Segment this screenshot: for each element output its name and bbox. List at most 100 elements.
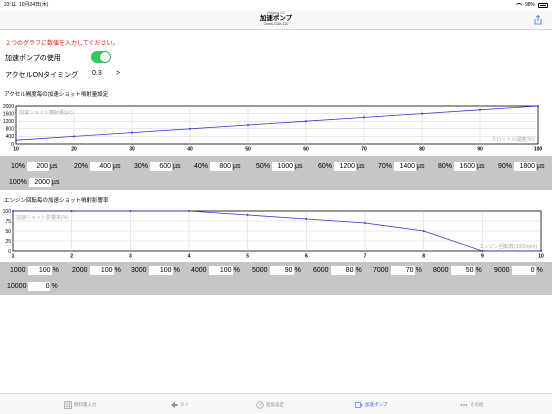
rpm-chart-data-point[interactable]: [422, 230, 425, 232]
throttle-chart-ytick: 2000: [3, 104, 14, 110]
chevron-right-icon[interactable]: >: [116, 70, 120, 77]
rpm-chart-xtick: 7: [364, 254, 367, 260]
throttle-chart-ytick: 400: [6, 134, 15, 140]
rpm-chart-ytick: 100: [3, 209, 12, 215]
tab-more[interactable]: その他: [460, 399, 484, 411]
tab-gauge[interactable]: 進角設定: [256, 399, 284, 411]
tab-grid[interactable]: 燃料量入力: [64, 399, 97, 411]
status-time: 23:11 10月24日(木): [4, 0, 48, 10]
accel-timing-value[interactable]: 0.3: [92, 70, 102, 77]
throttle-label: 70%: [378, 162, 393, 170]
throttle-unit: µs: [477, 162, 485, 170]
battery-percent: 98%: [524, 2, 535, 8]
throttle-label: 60%: [318, 162, 333, 170]
rpm-cell: 1000 100%: [10, 265, 59, 275]
throttle-cell: 30% 600 µs: [134, 161, 181, 171]
throttle-input[interactable]: 200: [27, 161, 50, 171]
throttle-chart-data-point[interactable]: [305, 120, 307, 123]
rpm-chart-xtick: 9: [481, 254, 484, 260]
throttle-input[interactable]: 400: [90, 161, 113, 171]
rpm-label: 2000: [72, 266, 88, 274]
throttle-chart-data-point[interactable]: [537, 105, 539, 107]
rpm-label: 6000: [313, 266, 329, 274]
rpm-chart-data-point[interactable]: [540, 250, 542, 252]
throttle-chart-data-point[interactable]: [15, 139, 17, 142]
throttle-input[interactable]: 1400: [394, 161, 417, 171]
rpm-chart-data-point[interactable]: [12, 210, 14, 212]
throttle-input[interactable]: 800: [210, 161, 233, 171]
tab-arrow[interactable]: タイ: [170, 399, 189, 411]
rpm-chart-data-point[interactable]: [481, 250, 484, 252]
throttle-label: 80%: [438, 162, 453, 170]
throttle-input[interactable]: 600: [150, 161, 173, 171]
throttle-cell: 80% 1600 µs: [438, 161, 485, 171]
rpm-input[interactable]: 100: [89, 265, 114, 275]
tab-label: 加速ポンプ: [365, 402, 388, 407]
throttle-cell: 20% 400 µs: [74, 161, 121, 171]
tab-pump[interactable]: 加速ポンプ: [355, 399, 387, 411]
rpm-chart-ytick: 75: [5, 219, 11, 225]
rpm-chart-xtick: 5: [246, 254, 249, 260]
rpm-chart-xtick: 6: [305, 254, 308, 260]
throttle-chart-data-point[interactable]: [73, 135, 75, 138]
rpm-cell: 6000 80%: [313, 265, 362, 275]
throttle-chart-data-point[interactable]: [247, 124, 249, 126]
status-bar: 23:11 10月24日(木) 98%: [0, 0, 552, 10]
share-icon[interactable]: [534, 15, 542, 25]
rpm-chart-xtick: 4: [188, 254, 191, 260]
rpm-input[interactable]: 100: [208, 265, 233, 275]
rpm-chart-ytick: 25: [5, 239, 11, 245]
rpm-unit: %: [294, 266, 301, 274]
throttle-input[interactable]: 1600: [454, 161, 477, 171]
throttle-chart-data-point[interactable]: [421, 112, 423, 115]
throttle-label: 10%: [11, 162, 26, 170]
rpm-input[interactable]: 50: [450, 265, 475, 275]
throttle-cell: 40% 800 µs: [194, 161, 241, 171]
rpm-unit: %: [536, 266, 543, 274]
throttle-chart-ytick: 1600: [3, 111, 14, 117]
rpm-chart-data-point[interactable]: [364, 222, 366, 224]
throttle-chart-xlabel: スロットル開度(%): [491, 136, 534, 143]
rpm-chart-xtick: 8: [422, 254, 425, 260]
throttle-label: 90%: [498, 162, 513, 170]
warning-message: ２つのグラフに数値を入力してください。: [5, 41, 119, 47]
throttle-unit: µs: [233, 162, 241, 170]
throttle-chart-data-point[interactable]: [479, 108, 481, 111]
throttle-unit: µs: [537, 162, 545, 170]
rpm-input[interactable]: 90: [269, 265, 294, 275]
rpm-chart-data-point[interactable]: [246, 214, 249, 216]
throttle-chart-xtick: 70: [361, 147, 367, 153]
rpm-chart-data-point[interactable]: [129, 210, 132, 212]
rpm-input[interactable]: 80: [330, 265, 355, 275]
pump-use-toggle[interactable]: [91, 51, 111, 63]
throttle-input[interactable]: 2000: [28, 177, 51, 187]
rpm-input[interactable]: 70: [390, 265, 415, 275]
throttle-chart-xtick: 80: [419, 147, 425, 153]
throttle-input[interactable]: 1200: [334, 161, 357, 171]
rpm-chart-data-point[interactable]: [305, 218, 308, 220]
throttle-chart-data-point[interactable]: [189, 127, 191, 130]
throttle-unit: µs: [357, 162, 365, 170]
throttle-chart-ytick: 1200: [3, 119, 14, 125]
date-text: 10月24日(木): [18, 2, 49, 8]
throttle-unit: µs: [173, 162, 181, 170]
rpm-unit: %: [233, 266, 240, 274]
throttle-chart-data-point[interactable]: [363, 116, 365, 119]
throttle-input[interactable]: 1800: [514, 161, 537, 171]
throttle-chart-data-point[interactable]: [131, 131, 133, 134]
throttle-chart-xtick: 20: [71, 147, 77, 153]
rpm-chart-data-point[interactable]: [188, 210, 190, 212]
more-icon: [460, 404, 468, 406]
grid-icon: [64, 401, 72, 409]
throttle-cell: 10% 200 µs: [11, 161, 58, 171]
throttle-input[interactable]: 1000: [272, 161, 295, 171]
pump-icon: [355, 402, 363, 408]
rpm-input[interactable]: 100: [27, 265, 52, 275]
rpm-input[interactable]: 100: [148, 265, 173, 275]
rpm-chart-data-point[interactable]: [70, 210, 73, 212]
tab-label: 進角設定: [266, 402, 284, 407]
rpm-unit: %: [173, 266, 180, 274]
throttle-label: 100%: [9, 178, 27, 186]
rpm-input[interactable]: 0: [511, 265, 536, 275]
rpm-input[interactable]: 0: [28, 281, 51, 291]
